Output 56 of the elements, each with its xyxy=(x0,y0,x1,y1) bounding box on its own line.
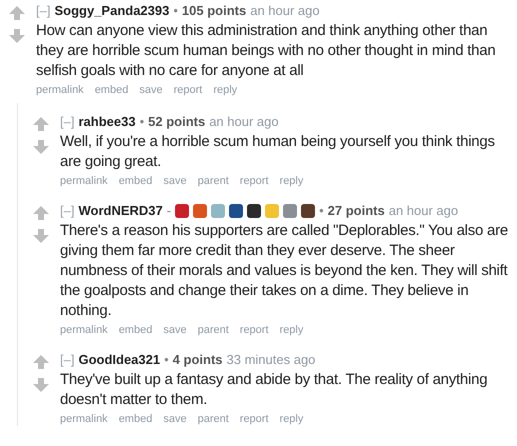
points: 52 points xyxy=(148,113,206,131)
upvote-icon[interactable] xyxy=(33,117,49,131)
separator: • xyxy=(173,2,178,20)
comment-link[interactable]: save xyxy=(163,412,187,426)
comment-link[interactable]: permalink xyxy=(60,412,108,426)
comment-link[interactable]: permalink xyxy=(60,174,108,188)
comment-link[interactable]: embed xyxy=(94,83,128,97)
comment-link[interactable]: report xyxy=(240,174,269,188)
separator: • xyxy=(319,202,324,220)
points: 4 points xyxy=(172,351,223,369)
timestamp: 33 minutes ago xyxy=(226,351,316,369)
upvote-icon[interactable] xyxy=(9,6,25,20)
upvote-icon[interactable] xyxy=(33,206,49,220)
comment-link[interactable]: embed xyxy=(118,412,152,426)
comment-link[interactable]: reply xyxy=(280,412,304,426)
separator: • xyxy=(140,113,144,131)
separator: - xyxy=(166,202,172,220)
comment-link[interactable]: reply xyxy=(280,323,304,337)
downvote-icon[interactable] xyxy=(33,378,49,392)
points: 105 points xyxy=(182,2,246,20)
downvote-icon[interactable] xyxy=(9,29,25,43)
comment-text: How can anyone view this administration and think anything other than they are horrible scum human beings with no other thought in mind than selfish goals with no care for anyone at all xyxy=(36,21,496,81)
comment-link[interactable]: embed xyxy=(118,174,152,188)
comment-link[interactable]: reply xyxy=(280,174,304,188)
comment-link[interactable]: permalink xyxy=(36,83,84,97)
comment-link[interactable]: report xyxy=(174,83,202,97)
collapse-toggle[interactable]: [–] xyxy=(60,351,74,369)
username[interactable]: GoodIdea321 xyxy=(78,351,160,369)
comment-link[interactable]: save xyxy=(163,323,187,337)
username[interactable]: WordNERD37 xyxy=(78,202,163,220)
comment-link[interactable]: embed xyxy=(118,323,152,337)
points: 27 points xyxy=(328,202,385,220)
collapse-toggle[interactable]: [–] xyxy=(36,2,50,20)
comment-text: Well, if you're a horrible scum human being yourself you think things are going great. xyxy=(60,132,496,172)
username[interactable]: rahbee33 xyxy=(78,113,136,131)
comment-text: They've built up a fantasy and abide by that. The reality of anything doesn't matter to them. xyxy=(60,370,488,410)
comment-link[interactable]: permalink xyxy=(60,323,108,337)
timestamp: an hour ago xyxy=(209,113,279,131)
collapse-toggle[interactable]: [–] xyxy=(60,202,74,220)
comment-text: There's a reason his supporters are called "Deplorables." You also are giving them far more credit than they ever deserve. The sheer numbness of their morals and values is beyond the ken. They will shift the goalposts and change their takes on a dime. They believe in nothing. xyxy=(60,221,509,321)
timestamp: an hour ago xyxy=(250,2,320,20)
timestamp: an hour ago xyxy=(388,202,458,220)
collapse-toggle[interactable]: [–] xyxy=(60,113,74,131)
comment-link[interactable]: reply xyxy=(213,83,238,97)
separator: • xyxy=(164,351,169,369)
downvote-icon[interactable] xyxy=(33,140,49,154)
username[interactable]: Soggy_Panda2393 xyxy=(54,2,170,20)
downvote-icon[interactable] xyxy=(33,229,49,243)
comment-link[interactable]: save xyxy=(139,83,163,97)
comment-link[interactable]: parent xyxy=(198,323,229,337)
upvote-icon[interactable] xyxy=(33,355,49,369)
comment-link[interactable]: report xyxy=(240,323,269,337)
comment-link[interactable]: parent xyxy=(198,174,229,188)
comment-link[interactable]: report xyxy=(240,412,269,426)
comment-link[interactable]: save xyxy=(163,174,187,188)
comment-link[interactable]: parent xyxy=(198,412,229,426)
